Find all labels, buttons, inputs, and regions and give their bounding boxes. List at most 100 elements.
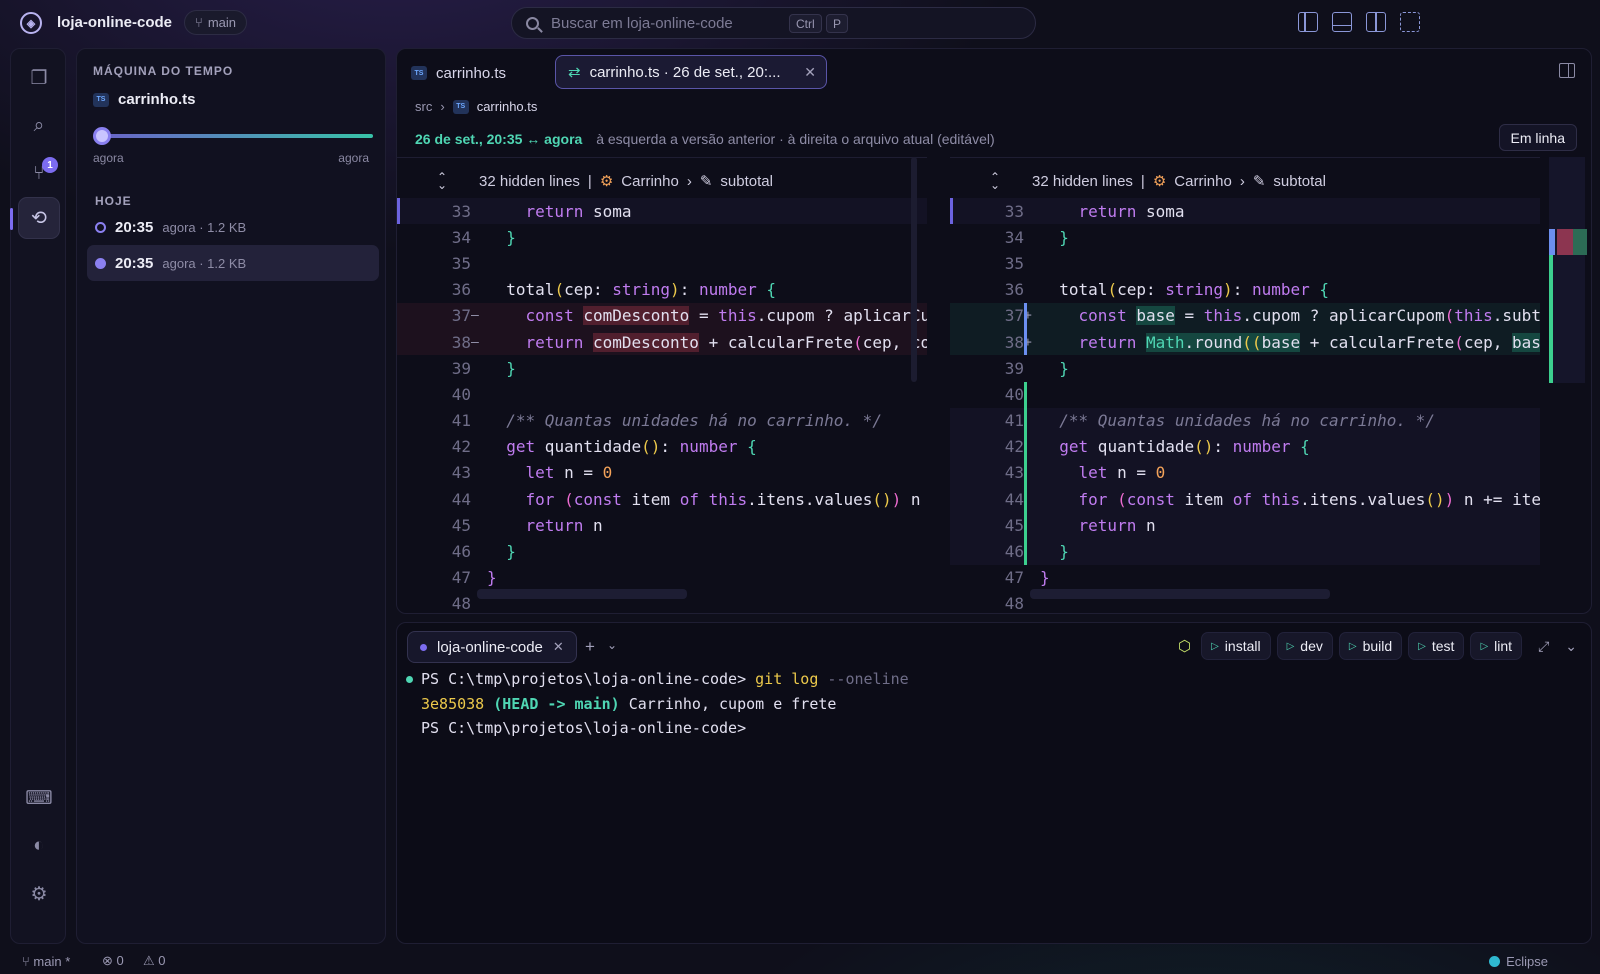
explorer-icon[interactable]: ❐ — [18, 57, 60, 99]
terminal-tab[interactable]: loja-online-code ✕ — [407, 631, 577, 663]
status-theme[interactable]: Eclipse — [1489, 954, 1548, 969]
tab-diff-carrinho[interactable]: ⇄ carrinho.ts · 26 de set., 20:... ✕ — [555, 55, 827, 89]
code-line: 34 } — [451, 227, 516, 247]
code-line: 45 return n — [950, 512, 1540, 539]
scope-member: subtotal — [1273, 172, 1326, 190]
settings-gear-icon[interactable]: ⚙ — [18, 873, 60, 915]
status-branch[interactable]: ⑂ main * — [22, 954, 70, 969]
tab-carrinho[interactable]: TS carrinho.ts — [411, 57, 506, 89]
code-current[interactable]: 33 return soma 34 } 35 36 total(cep: str… — [950, 198, 1540, 613]
toggle-split-icon[interactable] — [1366, 12, 1386, 32]
panel-file: TS carrinho.ts — [93, 91, 196, 108]
git-branch-icon: ⑂ — [195, 15, 203, 30]
close-terminal-icon[interactable]: ✕ — [553, 639, 564, 655]
warning-icon: ⚠ — [143, 953, 155, 968]
gutter-marker — [950, 198, 953, 224]
shortcut-key-p: P — [826, 14, 849, 33]
hidden-lines-bar[interactable]: ⌃ ⌄ 32 hidden lines | ⚙ Carrinho › ✎ subt… — [397, 166, 927, 196]
terminal-line: PS C:\tmp\projetos\loja-online-code> git… — [421, 670, 909, 689]
typescript-file-icon: TS — [93, 92, 109, 107]
status-bar: ⑂ main * ⊗ 0 ⚠ 0 Eclipse — [0, 948, 1600, 974]
chevron-down-icon[interactable]: ⌄ — [1565, 638, 1577, 655]
play-icon: ▷ — [1211, 640, 1219, 652]
terminal-line: PS C:\tmp\projetos\loja-online-code> — [421, 719, 747, 738]
left-horizontal-scrollbar[interactable] — [477, 589, 687, 599]
terminal-panel: loja-online-code ✕ + ⌄ ⬡ ▷ install ▷ dev ▷… — [396, 622, 1592, 944]
terminal-cursor-dot — [406, 676, 413, 683]
search-icon — [526, 16, 539, 30]
terminal-icon[interactable]: ⌨ — [18, 777, 60, 819]
play-icon: ▷ — [1286, 640, 1295, 652]
close-tab-icon[interactable]: ✕ — [804, 64, 816, 81]
code-original[interactable]: 33 return soma 34 } 35 36 total(cep: str… — [397, 198, 927, 613]
task-test-button[interactable]: ▷ test — [1408, 632, 1465, 660]
snapshot-time: 20:35 — [115, 218, 154, 236]
right-horizontal-scrollbar[interactable] — [1030, 589, 1330, 599]
branch-pill[interactable]: ⑂ main — [184, 10, 247, 35]
code-line: 36 total(cep: string): number { — [451, 280, 777, 300]
chevron-right-icon: › — [686, 172, 692, 190]
snapshot-meta: agora · 1.2 KB — [162, 219, 247, 235]
split-editor-icon[interactable] — [1559, 63, 1575, 78]
code-line-added: 37 + const base = this.cupom ? aplicarCup… — [950, 302, 1540, 329]
search-activity-icon[interactable]: ⌕ — [18, 105, 60, 147]
code-line: 40 — [451, 384, 471, 404]
tab-label: carrinho.ts — [436, 64, 507, 82]
code-line: 42 get quantidade(): number { — [451, 437, 757, 457]
status-errors[interactable]: ⊗ 0 — [102, 953, 124, 969]
timeline-slider-handle[interactable] — [93, 127, 111, 145]
shortcut-key-ctrl: Ctrl — [789, 14, 822, 33]
diff-info: 26 de set., 20:35 ↔ agora à esquerda a v… — [415, 131, 995, 147]
code-line: 36 total(cep: string): number { — [1004, 280, 1330, 300]
gutter-modified — [1024, 303, 1027, 355]
time-machine-panel: MÁQUINA DO TEMPO TS carrinho.ts agora ag… — [76, 48, 386, 944]
unfold-icon[interactable]: ⌃ ⌄ — [988, 171, 1002, 191]
toggle-sidebar-icon[interactable] — [1298, 12, 1318, 32]
theme-palette-icon[interactable]: ◐ — [18, 825, 60, 867]
time-machine-icon[interactable]: ⟲ — [10, 197, 60, 239]
terminal-line: 3e85038 (HEAD -> main) Carrinho, cupom e… — [421, 694, 837, 713]
code-line: 47} — [451, 568, 497, 588]
left-scrollbar[interactable] — [911, 157, 917, 382]
diff-range: 26 de set., 20:35 ↔ agora — [415, 131, 583, 147]
app-title: loja-online-code — [57, 14, 173, 31]
slider-right-label: agora — [338, 151, 369, 165]
hidden-lines-bar[interactable]: ⌃ ⌄ 32 hidden lines | ⚙ Carrinho › ✎ subt… — [950, 166, 1540, 196]
scope-class: Carrinho — [1174, 172, 1232, 190]
command-search[interactable]: Buscar em loja-online-code Ctrl P — [511, 7, 1036, 39]
code-line: 35 — [451, 253, 471, 273]
timeline-slider-track[interactable] — [103, 134, 373, 138]
new-terminal-plus-icon[interactable]: + — [585, 637, 595, 657]
tab-label: carrinho.ts · 26 de set., 20:... — [589, 63, 781, 81]
task-build-button[interactable]: ▷ build — [1338, 632, 1403, 660]
toggle-panel-icon[interactable] — [1332, 12, 1352, 32]
breadcrumb-dir[interactable]: src — [415, 99, 432, 114]
code-line: 41 /** Quantas unidades há no carrinho. … — [950, 407, 1540, 434]
task-install-button[interactable]: ▷ install — [1201, 632, 1271, 660]
snapshot-item[interactable]: 20:35 agora · 1.2 KB — [87, 209, 379, 245]
code-line: 35 — [1004, 253, 1024, 273]
source-control-badge: 1 — [42, 157, 58, 173]
breadcrumb-file[interactable]: carrinho.ts — [477, 99, 538, 114]
play-icon: ▷ — [1348, 640, 1357, 652]
terminal-tab-label: loja-online-code — [437, 638, 543, 656]
focus-mode-icon[interactable] — [1400, 12, 1420, 32]
inline-view-button[interactable]: Em linha — [1498, 124, 1577, 151]
method-icon: ✎ — [1252, 173, 1266, 190]
task-dev-button[interactable]: ▷ dev — [1276, 632, 1333, 660]
play-icon: ▷ — [1418, 640, 1426, 652]
snapshot-meta: agora · 1.2 KB — [162, 255, 247, 271]
minimap[interactable] — [1549, 157, 1587, 383]
source-control-icon[interactable]: ⑂ 1 — [18, 153, 60, 195]
code-line: 41 /** Quantas unidades há no carrinho. … — [451, 411, 882, 431]
node-hexagon-icon: ⬡ — [1177, 638, 1192, 655]
task-lint-button[interactable]: ▷ lint — [1470, 632, 1523, 660]
status-warnings[interactable]: ⚠ 0 — [143, 953, 166, 969]
terminal-output[interactable]: PS C:\tmp\projetos\loja-online-code> git… — [406, 667, 909, 741]
gutter-added — [1024, 382, 1027, 565]
maximize-icon[interactable]: ⤢ — [1538, 638, 1549, 655]
unfold-icon[interactable]: ⌃ ⌄ — [435, 171, 449, 191]
snapshot-item-selected[interactable]: 20:35 agora · 1.2 KB — [87, 245, 379, 281]
gutter-marker — [397, 198, 400, 224]
chevron-down-icon[interactable]: ⌄ — [607, 638, 617, 652]
